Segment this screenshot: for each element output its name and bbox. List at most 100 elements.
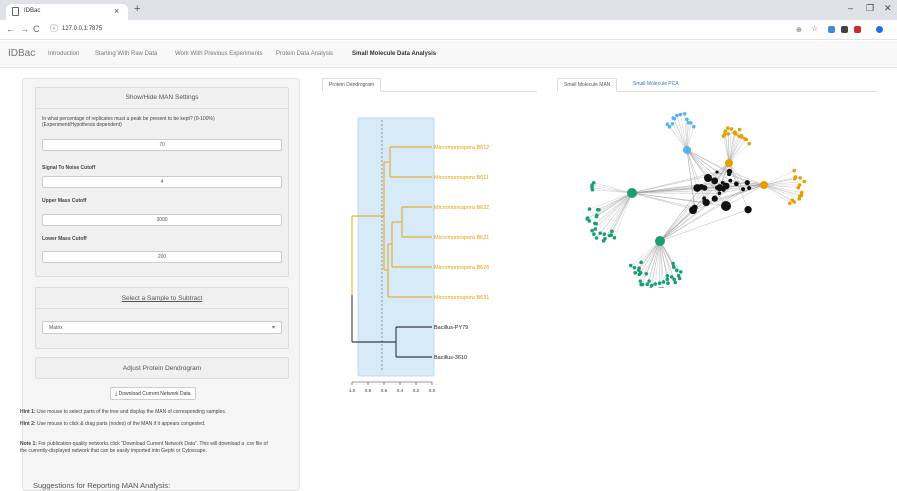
new-tab-button[interactable]: +	[134, 3, 140, 15]
forward-icon[interactable]: →	[20, 24, 29, 34]
network-node[interactable]	[674, 268, 679, 273]
network-node[interactable]	[725, 126, 730, 130]
network-node[interactable]	[792, 168, 797, 173]
protein-dendrogram[interactable]: Micromonospora B612 Micromonospora B611 Mi…	[330, 110, 540, 400]
brand-logo[interactable]: IDBac	[8, 48, 35, 59]
network-node[interactable]	[590, 228, 594, 233]
network-node[interactable]	[788, 201, 792, 206]
network-node[interactable]	[797, 197, 802, 201]
network-node[interactable]	[607, 233, 612, 238]
network-node[interactable]	[734, 132, 738, 136]
leaf-label[interactable]: Bacillus-PY79	[434, 325, 468, 331]
network-node[interactable]	[672, 116, 677, 121]
network-node[interactable]	[691, 124, 696, 129]
network-node[interactable]	[704, 174, 712, 182]
close-window-icon[interactable]: ✕	[884, 3, 892, 14]
network-node[interactable]	[792, 176, 797, 181]
network-node[interactable]	[585, 216, 590, 220]
network-node[interactable]	[592, 232, 596, 236]
network-node[interactable]	[722, 182, 730, 190]
leaf-label[interactable]: Micromonospora B622	[434, 205, 489, 211]
nav-previous-experiments[interactable]: Work With Previous Experiments	[175, 51, 263, 57]
network-node[interactable]	[660, 287, 665, 288]
network-node[interactable]	[632, 265, 637, 270]
network-node[interactable]	[689, 121, 693, 125]
network-node[interactable]	[737, 127, 742, 132]
network-node[interactable]	[744, 137, 748, 142]
nav-raw-data[interactable]: Starting With Raw Data	[95, 51, 157, 57]
network-node[interactable]	[639, 282, 643, 287]
network-hub-node[interactable]	[655, 236, 665, 246]
extension-icon[interactable]	[828, 26, 835, 33]
network-node[interactable]	[740, 135, 744, 139]
network-hub-node[interactable]	[725, 159, 733, 167]
network-node[interactable]	[744, 180, 750, 186]
network-hub-node[interactable]	[683, 146, 691, 154]
network-hub-node[interactable]	[760, 181, 768, 189]
network-node[interactable]	[670, 121, 675, 126]
network-node[interactable]	[665, 277, 670, 282]
network-node[interactable]	[602, 232, 607, 236]
leaf-label[interactable]: Micromonospora B626	[434, 265, 489, 271]
network-node[interactable]	[727, 172, 732, 177]
network-node[interactable]	[711, 177, 719, 185]
zoom-icon[interactable]: ⊕	[796, 26, 802, 34]
network-node[interactable]	[728, 178, 733, 183]
network-node[interactable]	[740, 187, 746, 192]
network-node[interactable]	[598, 231, 603, 235]
network-node[interactable]	[628, 263, 633, 268]
network-node[interactable]	[597, 207, 601, 212]
tab-small-molecule-man[interactable]: Small Molecule MAN	[557, 78, 618, 92]
leaf-label[interactable]: Micromonospora B621	[434, 235, 489, 241]
network-node[interactable]	[715, 170, 719, 174]
network-node[interactable]	[726, 132, 731, 136]
lower-mass-input[interactable]: 200	[42, 251, 282, 263]
network-node[interactable]	[593, 227, 598, 231]
upper-mass-input[interactable]: 3000	[42, 214, 282, 226]
network-node[interactable]	[639, 260, 643, 265]
leaf-label[interactable]: Micromonospora B612	[434, 145, 489, 151]
network-node[interactable]	[653, 282, 658, 286]
network-node[interactable]	[638, 279, 643, 283]
leaf-label[interactable]: Bacillus-3610	[434, 355, 467, 361]
network-node[interactable]	[682, 112, 687, 116]
extension-icon[interactable]	[854, 26, 861, 33]
restore-icon[interactable]: ❐	[866, 3, 874, 14]
network-node[interactable]	[702, 198, 710, 207]
network-node[interactable]	[665, 274, 670, 278]
leaf-label[interactable]: Micromonospora B611	[434, 175, 489, 181]
network-node[interactable]	[644, 272, 649, 276]
extension-icon[interactable]	[841, 26, 848, 33]
nav-small-molecule-analysis[interactable]: Small Molecule Data Analysis	[352, 51, 436, 57]
tab-protein-dendrogram[interactable]: Protein Dendrogram	[322, 78, 382, 92]
network-node[interactable]	[798, 176, 802, 180]
network-node[interactable]	[657, 281, 662, 286]
network-node[interactable]	[645, 282, 650, 287]
network-node[interactable]	[633, 270, 638, 275]
nav-introduction[interactable]: Introduction	[48, 51, 79, 57]
network-node[interactable]	[744, 206, 752, 214]
network-node[interactable]	[671, 261, 675, 266]
network-node[interactable]	[610, 229, 614, 234]
url-field[interactable]: ⓘ 127.0.0.1:7875	[46, 23, 792, 37]
subtract-title[interactable]: Select a Sample to Subtract	[36, 295, 288, 302]
network-node[interactable]	[647, 279, 651, 283]
network-node[interactable]	[790, 198, 795, 203]
leaf-label[interactable]: Micromonospora B631	[434, 295, 489, 301]
network-node[interactable]	[612, 235, 617, 240]
minimize-icon[interactable]: –	[848, 3, 853, 13]
network-node[interactable]	[637, 266, 641, 270]
network-node[interactable]	[661, 280, 666, 284]
download-network-button[interactable]: ⤓ Download Current Network Data	[110, 387, 196, 400]
network-node[interactable]	[649, 283, 654, 288]
network-node[interactable]	[669, 275, 674, 279]
network-node[interactable]	[678, 112, 683, 117]
network-node[interactable]	[601, 239, 606, 243]
network-node[interactable]	[723, 129, 728, 133]
subtract-select[interactable]: Matrix ▾	[42, 321, 282, 334]
network-node[interactable]	[587, 207, 592, 211]
network-node[interactable]	[721, 201, 731, 211]
network-node[interactable]	[677, 276, 682, 281]
network-node[interactable]	[673, 280, 678, 285]
close-tab-icon[interactable]: ×	[114, 6, 119, 16]
